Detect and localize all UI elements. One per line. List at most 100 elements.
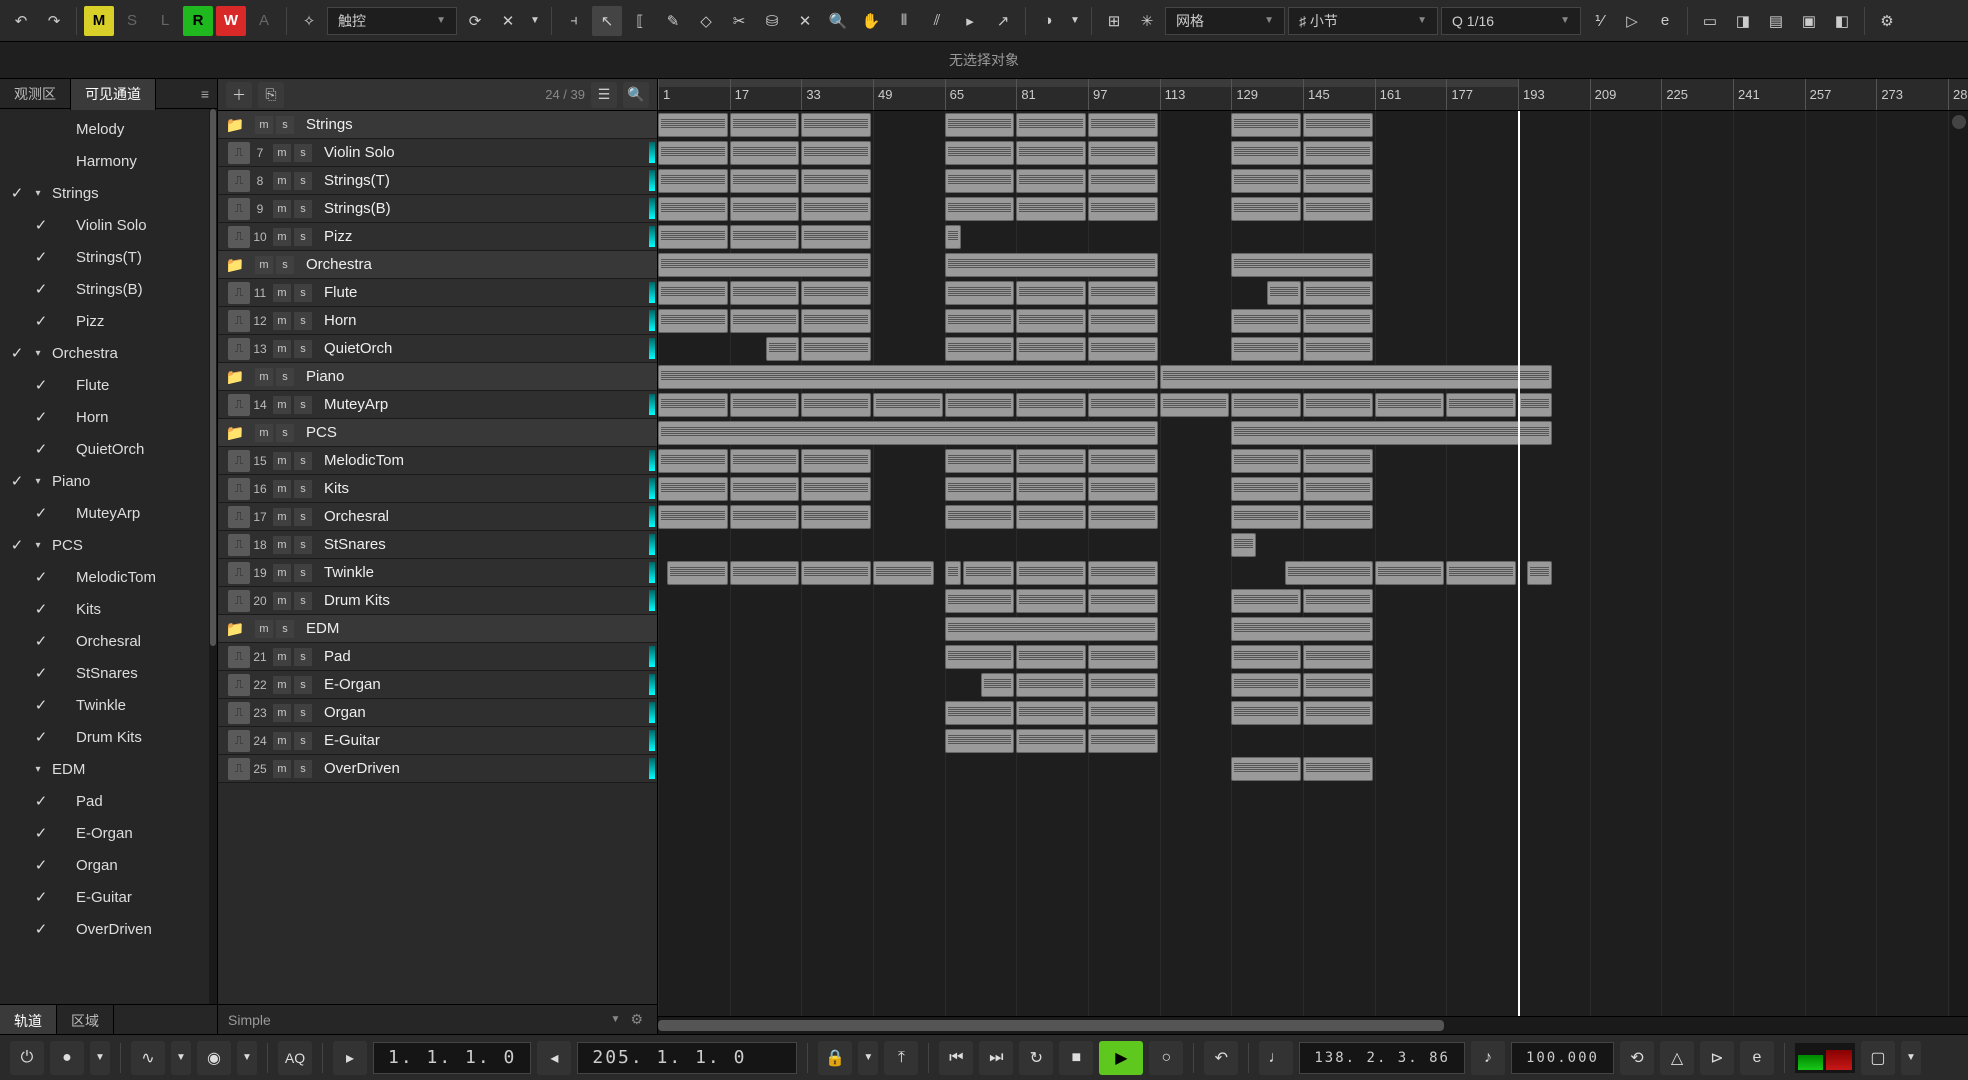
clip[interactable] [1303, 449, 1373, 473]
clip[interactable] [658, 141, 728, 165]
track-rows[interactable]: 📁msStrings⎍7msViolin Solo⎍8msStrings(T)⎍… [218, 111, 657, 1004]
solo-button[interactable]: s [294, 172, 312, 190]
play-button[interactable]: ▶ [1099, 1041, 1143, 1075]
chevron-down-icon[interactable]: ▼ [858, 1041, 878, 1075]
clip[interactable] [658, 197, 728, 221]
visibility-item[interactable]: ✓MelodicTom [0, 561, 217, 593]
instrument-icon[interactable]: ⎍ [228, 674, 250, 696]
instrument-icon[interactable]: ⎍ [228, 562, 250, 584]
clip[interactable] [1088, 505, 1158, 529]
visibility-item[interactable]: ✓Twinkle [0, 689, 217, 721]
write-automation-button[interactable]: W [216, 6, 246, 36]
clip[interactable] [945, 729, 1015, 753]
clip[interactable] [1375, 561, 1445, 585]
mute-button[interactable]: m [273, 200, 291, 218]
clip[interactable] [945, 113, 1015, 137]
clip[interactable] [1303, 589, 1373, 613]
check-icon[interactable]: ✓ [34, 568, 48, 586]
clip[interactable] [658, 477, 728, 501]
clip[interactable] [730, 561, 800, 585]
clip[interactable] [945, 169, 1015, 193]
instrument-icon[interactable]: ⎍ [228, 282, 250, 304]
clip[interactable] [1016, 393, 1086, 417]
visibility-item[interactable]: ✓OverDriven [0, 913, 217, 945]
track-name[interactable]: OverDriven [324, 760, 657, 777]
mute-button[interactable]: m [273, 648, 291, 666]
instrument-icon[interactable]: ⎍ [228, 730, 250, 752]
clip[interactable] [963, 561, 1015, 585]
clip[interactable] [801, 113, 871, 137]
clip[interactable] [1016, 505, 1086, 529]
visibility-item[interactable]: ✓Pad [0, 785, 217, 817]
clip[interactable] [658, 393, 728, 417]
clip[interactable] [873, 393, 943, 417]
check-icon[interactable]: ✓ [34, 504, 48, 522]
range-tool[interactable]: ⟦ [625, 6, 655, 36]
clip[interactable] [1016, 561, 1086, 585]
track-row[interactable]: ⎍12msHorn [218, 307, 657, 335]
timeline-ruler[interactable]: 1173349658197113129145161177193209225241… [658, 79, 1968, 111]
clip[interactable] [1016, 477, 1086, 501]
zoom-knob-top[interactable] [1952, 115, 1966, 129]
ruler-mark[interactable]: 28 [1948, 79, 1967, 110]
chevron-down-icon[interactable]: ▼ [90, 1041, 110, 1075]
clip[interactable] [801, 477, 871, 501]
mute-button[interactable]: m [255, 116, 273, 134]
clip[interactable] [730, 169, 800, 193]
glue-tool[interactable]: ⛁ [757, 6, 787, 36]
mute-button[interactable]: m [273, 536, 291, 554]
mute-button[interactable]: m [273, 732, 291, 750]
clip[interactable] [1160, 365, 1552, 389]
layout-4-button[interactable]: ▣ [1794, 6, 1824, 36]
folder-icon[interactable]: 📁 [218, 116, 252, 134]
instrument-icon[interactable]: ⎍ [228, 646, 250, 668]
clip[interactable] [1303, 113, 1373, 137]
visibility-menu-button[interactable]: ≡ [193, 86, 217, 102]
track-name[interactable]: MuteyArp [324, 396, 657, 413]
ruler-mark[interactable]: 241 [1733, 79, 1760, 110]
mute-button[interactable]: m [255, 620, 273, 638]
solo-button[interactable]: s [294, 452, 312, 470]
clip[interactable] [1303, 141, 1373, 165]
clip[interactable] [1016, 337, 1086, 361]
clip[interactable] [1231, 757, 1301, 781]
automation-suspend-button[interactable]: A [249, 6, 279, 36]
solo-button[interactable]: s [276, 368, 294, 386]
check-icon[interactable]: ✓ [34, 664, 48, 682]
clip[interactable] [658, 253, 871, 277]
track-name[interactable]: MelodicTom [324, 452, 657, 469]
clip[interactable] [1088, 589, 1158, 613]
solo-button[interactable]: s [294, 340, 312, 358]
clip[interactable] [1303, 505, 1373, 529]
folder-icon[interactable]: 📁 [218, 368, 252, 386]
stop-button[interactable]: ■ [1059, 1041, 1093, 1075]
clip[interactable] [1303, 337, 1373, 361]
clip[interactable] [658, 421, 1158, 445]
disclosure-triangle-icon[interactable]: ▾ [32, 764, 44, 775]
erase-tool[interactable]: ◇ [691, 6, 721, 36]
chevron-down-icon[interactable]: ▼ [237, 1041, 257, 1075]
instrument-icon[interactable]: ⎍ [228, 450, 250, 472]
track-name[interactable]: QuietOrch [324, 340, 657, 357]
clip[interactable] [1303, 757, 1373, 781]
ruler-mark[interactable]: 209 [1590, 79, 1617, 110]
ruler-mark[interactable]: 225 [1661, 79, 1688, 110]
track-row[interactable]: ⎍19msTwinkle [218, 559, 657, 587]
layout-5-button[interactable]: ◧ [1827, 6, 1857, 36]
clip[interactable] [658, 365, 1158, 389]
clip[interactable] [801, 505, 871, 529]
tap-tempo-button[interactable]: ♪ [1471, 1041, 1505, 1075]
mute-button[interactable]: m [273, 396, 291, 414]
clip[interactable] [1088, 673, 1158, 697]
check-icon[interactable]: ✓ [34, 632, 48, 650]
sync-button[interactable]: ⟲ [1620, 1041, 1654, 1075]
clip[interactable] [1303, 197, 1373, 221]
visibility-item[interactable]: ✓QuietOrch [0, 433, 217, 465]
scrollbar-vertical[interactable] [209, 109, 217, 1004]
instrument-icon[interactable]: ⎍ [228, 170, 250, 192]
iter-quantize-button[interactable]: ⅟ [1584, 6, 1614, 36]
instrument-icon[interactable]: ⎍ [228, 478, 250, 500]
track-row[interactable]: ⎍16msKits [218, 475, 657, 503]
disclosure-triangle-icon[interactable]: ▾ [32, 188, 44, 199]
clip[interactable] [801, 169, 871, 193]
